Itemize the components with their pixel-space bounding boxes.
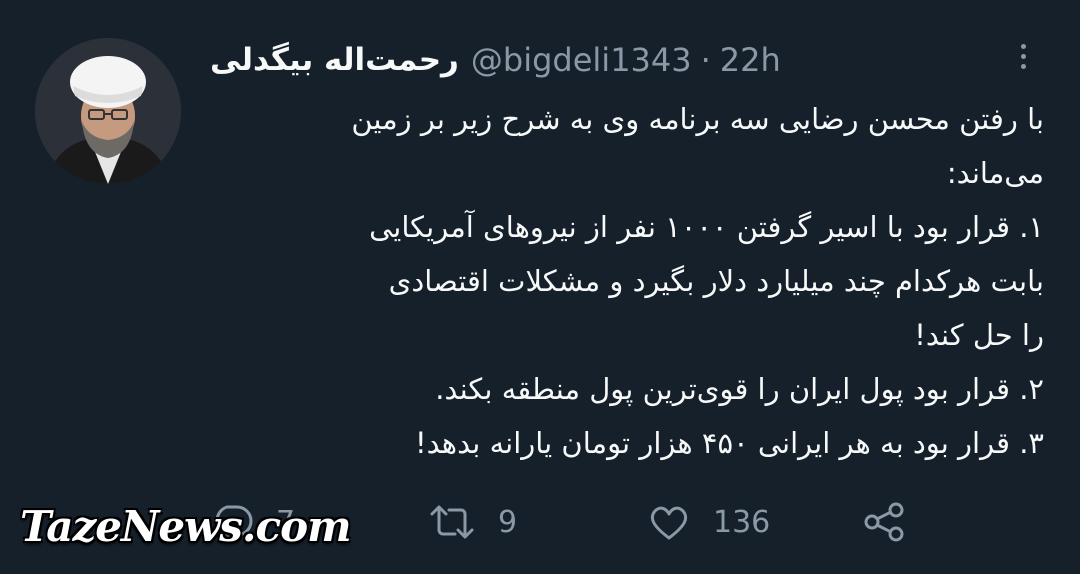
separator-dot: ·: [700, 41, 711, 79]
share-button[interactable]: [862, 496, 908, 548]
watermark: TazeNews.com: [20, 502, 352, 551]
heart-icon: [650, 506, 688, 540]
tweet-line: ۲. قرار بود پول ایران را قوی‌ترین پول من…: [435, 372, 1044, 406]
avatar-portrait-image: [35, 38, 181, 184]
more-options-icon[interactable]: [1008, 38, 1038, 74]
tweet-line: ۱. قرار بود با اسیر گرفتن ۱۰۰۰ نفر از نی…: [369, 210, 1044, 244]
user-handle[interactable]: @bigdeli1343: [471, 41, 692, 79]
like-button[interactable]: 136: [647, 496, 770, 548]
tweet-line: ۳. قرار بود به هر ایرانی ۴۵۰ هزار تومان …: [414, 426, 1044, 460]
share-icon: [864, 502, 904, 542]
retweet-button[interactable]: 9: [428, 496, 517, 548]
tweet-line: را حل کند!: [914, 318, 1044, 352]
retweet-icon: [430, 505, 474, 539]
retweet-count: 9: [498, 504, 518, 540]
timestamp[interactable]: 22h: [720, 41, 781, 79]
tweet-line: بابت هرکدام چند میلیارد دلار بگیرد و مشک…: [388, 264, 1044, 298]
tweet-text: با رفتن محسن رضایی سه برنامه وی به شرح ز…: [215, 92, 1044, 470]
tweet-header: رحمت‌اله بیگدلی @bigdeli1343 · 22h: [210, 38, 781, 82]
tweet-card: رحمت‌اله بیگدلی @bigdeli1343 · 22h با رف…: [0, 0, 1080, 574]
tweet-line: می‌ماند:: [946, 156, 1044, 190]
like-count: 136: [713, 504, 771, 540]
tweet-line: با رفتن محسن رضایی سه برنامه وی به شرح ز…: [351, 102, 1044, 136]
avatar[interactable]: [35, 38, 181, 184]
display-name[interactable]: رحمت‌اله بیگدلی: [210, 42, 459, 78]
